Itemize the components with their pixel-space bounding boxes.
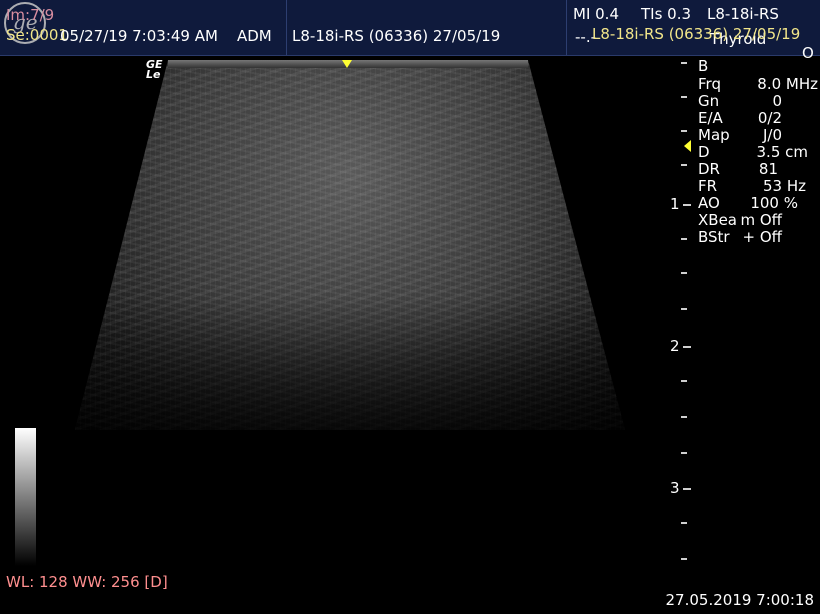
probe-info: L8-18i-RS (06336) 27/05/19	[292, 27, 501, 45]
probe-short-name: L8-18i-RS	[707, 5, 779, 23]
depth-tick	[681, 416, 687, 418]
ultrasound-image[interactable]	[70, 60, 630, 440]
depth-tick	[681, 238, 687, 240]
orientation-mark: GE Le	[146, 58, 163, 81]
depth-tick	[681, 558, 687, 560]
image-counter: Im:7/9	[6, 6, 55, 24]
param-row: Map J/0	[698, 126, 782, 144]
header-bar: Im:7/9 Se:0001 05/27/19 7:03:49 AM ADM L…	[0, 0, 820, 62]
depth-label: 3	[670, 479, 680, 497]
depth-tick-major	[683, 346, 691, 348]
depth-tick	[681, 380, 687, 382]
param-row: Gn 0	[698, 92, 782, 110]
param-row: XBea m Off	[698, 211, 782, 229]
param-row: BStr + Off	[698, 228, 782, 246]
depth-label: 1	[670, 195, 680, 213]
focal-zone-marker-icon[interactable]	[684, 140, 691, 152]
depth-tick	[681, 452, 687, 454]
param-row: DR 81	[698, 160, 778, 178]
depth-tick	[681, 62, 687, 64]
depth-tick	[681, 96, 687, 98]
depth-tick	[681, 522, 687, 524]
probe-overlap-text: L8-18i-RS (06336) 27/05/19	[592, 25, 801, 43]
acquisition-timestamp: 27.05.2019 7:00:18	[665, 591, 814, 609]
param-row: FR 53 Hz	[698, 177, 806, 195]
depth-tick	[681, 272, 687, 274]
mode-label: B	[698, 57, 709, 75]
depth-tick	[681, 308, 687, 310]
depth-tick	[681, 130, 687, 132]
center-marker-icon	[342, 60, 352, 68]
depth-tick-major	[683, 488, 691, 490]
ultrasound-viewer: Im:7/9 Se:0001 05/27/19 7:03:49 AM ADM L…	[0, 0, 820, 614]
param-row: E/A 0/2	[698, 109, 782, 127]
mechanical-index: MI 0.4	[573, 5, 619, 23]
thermal-index: TIs 0.3	[641, 5, 692, 23]
series-number: Se:0001	[6, 26, 68, 44]
depth-label: 2	[670, 337, 680, 355]
operator-id: ADM	[237, 27, 272, 45]
depth-tick-major	[683, 204, 691, 206]
exam-date-time: 05/27/19 7:03:49 AM	[60, 27, 218, 45]
depth-tick	[681, 164, 687, 166]
b-mode-sector	[75, 60, 625, 430]
window-level-readout: WL: 128 WW: 256 [D]	[6, 573, 168, 591]
param-row: AO 100 %	[698, 194, 798, 212]
grayscale-bar	[15, 428, 36, 566]
param-row: Frq 8.0 MHz	[698, 75, 818, 93]
param-row: D 3.5 cm	[698, 143, 808, 161]
